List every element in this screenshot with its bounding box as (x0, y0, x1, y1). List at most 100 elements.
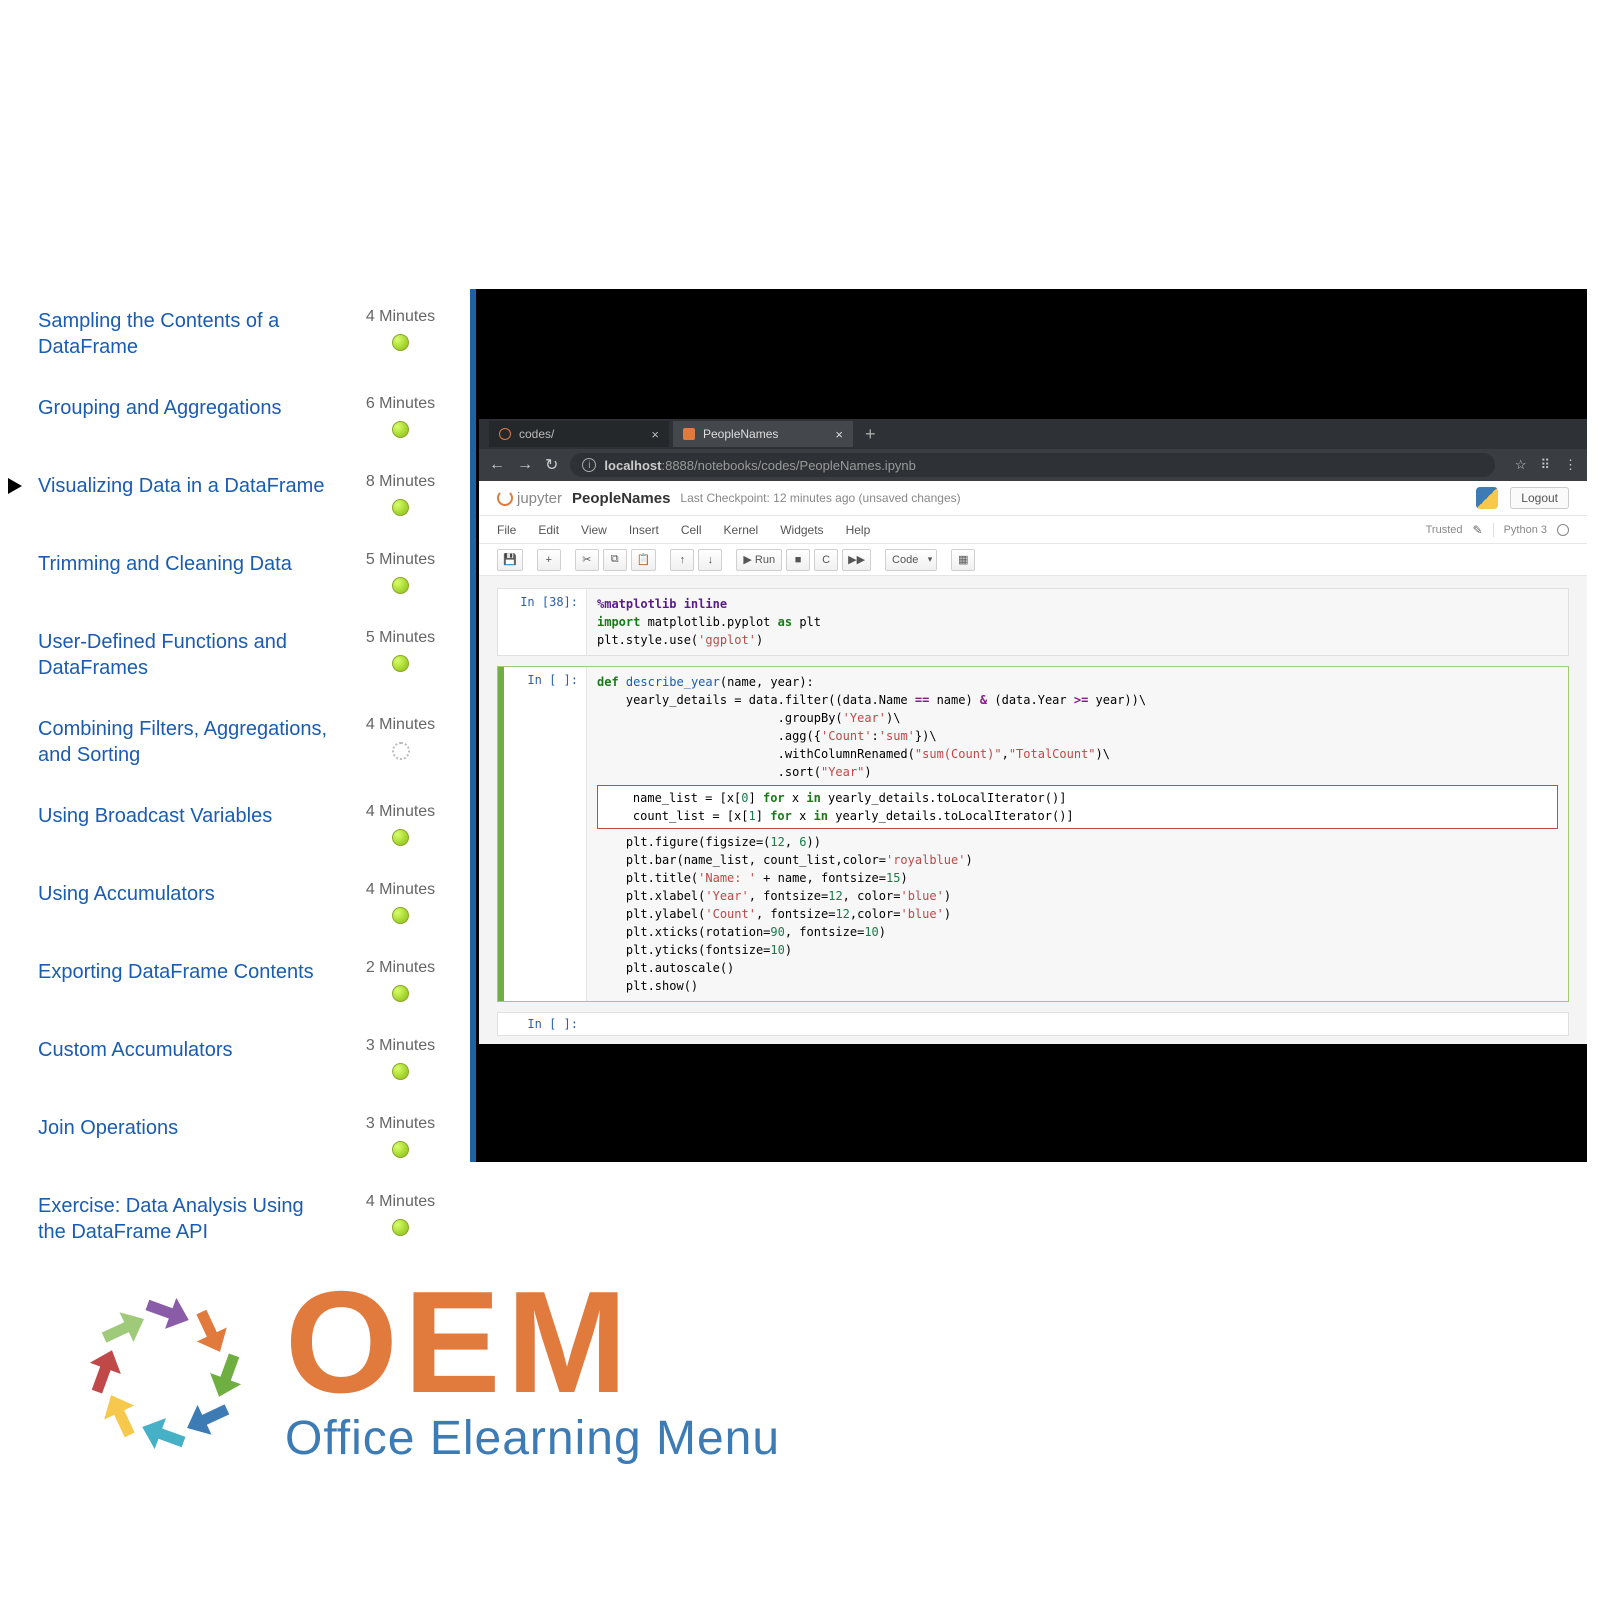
menu-file[interactable]: File (497, 523, 516, 537)
course-item-duration: 2 Minutes (366, 959, 435, 977)
jupyter-menubar: File Edit View Insert Cell Kernel Widget… (479, 516, 1587, 544)
celltype-select[interactable]: Code (885, 549, 937, 571)
close-icon[interactable]: × (651, 427, 659, 442)
course-item-title[interactable]: Grouping and Aggregations (38, 395, 282, 421)
new-tab-button[interactable]: + (857, 424, 884, 445)
course-item-title[interactable]: Exporting DataFrame Contents (38, 959, 314, 985)
restart-button[interactable]: C (814, 549, 838, 571)
menu-widgets[interactable]: Widgets (780, 523, 823, 537)
course-item-title[interactable]: Using Broadcast Variables (38, 803, 272, 829)
run-button[interactable]: ▶ Run (736, 549, 782, 571)
course-item-title[interactable]: Combining Filters, Aggregations, and Sor… (38, 716, 328, 768)
course-item-title[interactable]: User-Defined Functions and DataFrames (38, 629, 328, 681)
jupyter-toolbar: 💾 + ✂ ⧉ 📋 ↑ ↓ ▶ Run ■ C ▶▶ Code ▦ (479, 544, 1587, 576)
kernel-indicator-icon (1557, 524, 1569, 536)
course-item-title[interactable]: Exercise: Data Analysis Using the DataFr… (38, 1193, 328, 1245)
menu-cell[interactable]: Cell (681, 523, 702, 537)
course-item[interactable]: Using Accumulators 4 Minutes (38, 881, 448, 924)
status-complete-icon (392, 334, 409, 351)
tab-label: PeopleNames (703, 427, 778, 441)
overflow-menu-icon[interactable]: ⋮ (1564, 457, 1577, 473)
paste-button[interactable]: 📋 (631, 549, 657, 571)
browser-tab[interactable]: codes/ × (489, 421, 669, 447)
course-item-duration: 4 Minutes (366, 308, 435, 326)
jupyter-logo: jupyter (497, 490, 562, 507)
status-complete-icon (392, 577, 409, 594)
highlighted-code: name_list = [x[0] for x in yearly_detail… (597, 785, 1558, 829)
course-item[interactable]: Visualizing Data in a DataFrame 8 Minutes (38, 473, 448, 516)
jupyter-app: jupyter PeopleNames Last Checkpoint: 12 … (479, 481, 1587, 1044)
status-complete-icon (392, 829, 409, 846)
course-item-duration: 4 Minutes (366, 803, 435, 821)
site-info-icon[interactable]: i (582, 458, 596, 472)
browser-window: codes/ × PeopleNames × + ← → ↻ i localho… (479, 419, 1587, 1044)
course-item[interactable]: Join Operations3 Minutes (38, 1115, 448, 1158)
bookmark-icon[interactable]: ☆ (1515, 457, 1527, 473)
course-item-title[interactable]: Join Operations (38, 1115, 178, 1141)
course-item-duration: 3 Minutes (366, 1037, 435, 1055)
status-complete-icon (392, 655, 409, 672)
oem-title: OEM (285, 1270, 780, 1415)
notebook-title[interactable]: PeopleNames (572, 490, 670, 507)
reload-button[interactable]: ↻ (545, 455, 558, 475)
course-item-title[interactable]: Custom Accumulators (38, 1037, 233, 1063)
logout-button[interactable]: Logout (1510, 487, 1569, 509)
close-icon[interactable]: × (835, 427, 843, 442)
code-cell[interactable]: In [38]:%matplotlib inlineimport matplot… (497, 588, 1569, 656)
menu-kernel[interactable]: Kernel (724, 523, 759, 537)
add-cell-button[interactable]: + (537, 549, 561, 571)
course-item-duration: 4 Minutes (366, 881, 435, 899)
cell-prompt: In [ ]: (498, 1013, 586, 1035)
profile-icon[interactable]: ⠿ (1540, 457, 1550, 473)
menu-view[interactable]: View (581, 523, 607, 537)
edit-icon[interactable]: ✎ (1473, 523, 1483, 537)
cell-editor[interactable]: %matplotlib inlineimport matplotlib.pypl… (586, 589, 1568, 655)
interrupt-button[interactable]: ■ (786, 549, 810, 571)
menu-edit[interactable]: Edit (538, 523, 559, 537)
browser-tab[interactable]: PeopleNames × (673, 421, 853, 447)
code-cell[interactable]: In [ ]: (497, 1012, 1569, 1036)
course-item-title[interactable]: Trimming and Cleaning Data (38, 551, 292, 577)
kernel-name[interactable]: Python 3 (1504, 524, 1547, 536)
save-button[interactable]: 💾 (497, 549, 523, 571)
forward-button[interactable]: → (517, 456, 533, 474)
copy-button[interactable]: ⧉ (603, 549, 627, 571)
course-item[interactable]: Trimming and Cleaning Data5 Minutes (38, 551, 448, 594)
status-complete-icon (392, 1063, 409, 1080)
course-item-duration: 8 Minutes (366, 473, 435, 491)
course-item[interactable]: Grouping and Aggregations6 Minutes (38, 395, 448, 438)
menu-insert[interactable]: Insert (629, 523, 659, 537)
restart-run-button[interactable]: ▶▶ (842, 549, 871, 571)
course-item[interactable]: Sampling the Contents of a DataFrame 4 Mi… (38, 308, 448, 360)
cut-button[interactable]: ✂ (575, 549, 599, 571)
move-down-button[interactable]: ↓ (698, 549, 722, 571)
code-cell[interactable]: In [ ]:def describe_year(name, year): ye… (497, 666, 1569, 1002)
notebook-body[interactable]: In [38]:%matplotlib inlineimport matplot… (479, 576, 1587, 1044)
course-item[interactable]: Using Broadcast Variables 4 Minutes (38, 803, 448, 846)
course-item[interactable]: Exporting DataFrame Contents 2 Minutes (38, 959, 448, 1002)
status-complete-icon (392, 499, 409, 516)
back-button[interactable]: ← (489, 456, 505, 474)
course-item-title[interactable]: Sampling the Contents of a DataFrame (38, 308, 328, 360)
course-item[interactable]: Combining Filters, Aggregations, and Sor… (38, 716, 448, 768)
status-complete-icon (392, 985, 409, 1002)
url-input[interactable]: i localhost:8888/notebooks/codes/PeopleN… (570, 453, 1494, 477)
video-panel: codes/ × PeopleNames × + ← → ↻ i localho… (470, 289, 1587, 1162)
course-item-duration: 4 Minutes (366, 716, 435, 734)
browser-tabbar: codes/ × PeopleNames × + (479, 419, 1587, 449)
menu-help[interactable]: Help (846, 523, 871, 537)
course-item[interactable]: Exercise: Data Analysis Using the DataFr… (38, 1193, 448, 1245)
loading-icon (392, 742, 410, 760)
command-palette-button[interactable]: ▦ (951, 549, 975, 571)
oem-arrows-icon (65, 1278, 265, 1458)
jupyter-logo-icon (497, 490, 513, 506)
course-item[interactable]: Custom Accumulators 3 Minutes (38, 1037, 448, 1080)
status-complete-icon (392, 421, 409, 438)
course-item-title[interactable]: Using Accumulators (38, 881, 215, 907)
move-up-button[interactable]: ↑ (670, 549, 694, 571)
course-item-title[interactable]: Visualizing Data in a DataFrame (38, 473, 324, 499)
cell-editor[interactable]: def describe_year(name, year): yearly_de… (586, 667, 1568, 1001)
python-icon (1476, 487, 1498, 509)
course-item[interactable]: User-Defined Functions and DataFrames 5 M… (38, 629, 448, 681)
course-item-duration: 5 Minutes (366, 629, 435, 647)
